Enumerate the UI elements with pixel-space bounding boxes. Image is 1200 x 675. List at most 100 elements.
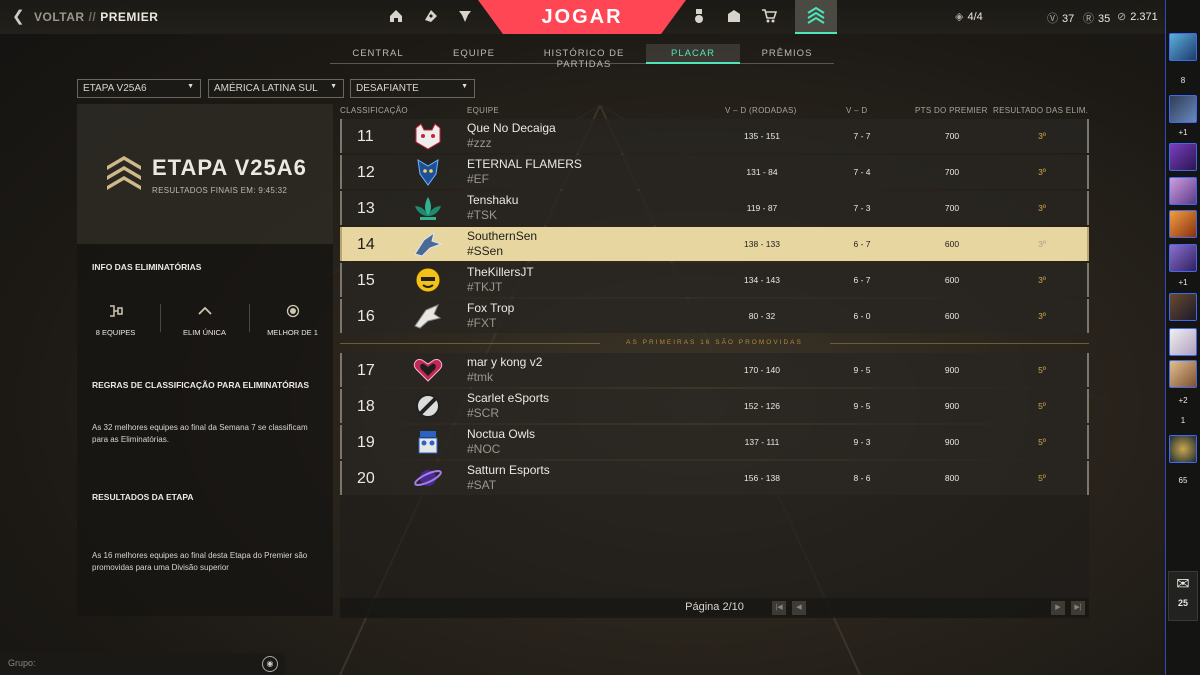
table-row[interactable]: 17 mar y kong v2 #tmk 170 - 140 9 - 5 90… — [340, 353, 1089, 387]
region-select[interactable]: AMÉRICA LATINA SUL ▼ — [208, 79, 344, 98]
friend-avatar[interactable] — [1169, 244, 1197, 272]
chevron-down-icon: ▼ — [330, 83, 337, 90]
voice-chat-icon[interactable]: ◉ — [262, 656, 278, 672]
home-icon[interactable] — [387, 8, 405, 26]
win-loss: 7 - 7 — [853, 131, 871, 141]
inbox-count: 25 — [1177, 598, 1188, 608]
career-icon[interactable] — [456, 8, 474, 26]
table-row[interactable]: 12 ETERNAL FLAMERS #EF 131 - 84 7 - 4 70… — [340, 155, 1089, 189]
rounds-record: 152 - 126 — [744, 401, 780, 411]
tab-match-history[interactable]: HISTÓRICO DE PARTIDAS — [522, 44, 646, 70]
table-row[interactable]: 16 Fox Trop #FXT 80 - 32 6 - 0 600 3º — [340, 299, 1089, 333]
tab-leaderboard[interactable]: PLACAR — [646, 44, 740, 64]
friend-avatar[interactable] — [1169, 210, 1197, 238]
battlepass-icon[interactable] — [690, 8, 708, 26]
table-row[interactable]: 20 Satturn Esports #SAT 156 - 138 8 - 6 … — [340, 461, 1089, 495]
stat-format: ELIM ÚNICA — [167, 304, 242, 337]
friend-avatar[interactable] — [1169, 143, 1197, 171]
valorant-points: ⊘ 2.371 — [1117, 10, 1158, 23]
friend-count-badge: 1 — [1180, 416, 1186, 425]
friend-avatar[interactable] — [1169, 360, 1197, 388]
last-page-icon[interactable]: ▶| — [1071, 601, 1085, 615]
stage-title: ETAPA V25A6 — [152, 155, 307, 180]
back-arrow-icon[interactable]: ❮ — [12, 7, 25, 25]
team-tag: #EF — [467, 172, 490, 186]
win-loss: 9 - 5 — [853, 365, 871, 375]
rounds-record: 119 - 87 — [746, 203, 778, 213]
team-name: Scarlet eSports — [467, 391, 550, 405]
win-loss: 9 - 5 — [853, 401, 871, 411]
row-rank: 13 — [357, 200, 375, 217]
stat-teams: 8 EQUIPES — [78, 304, 153, 337]
team-tag: #TKJT — [467, 280, 503, 294]
next-page-icon[interactable]: ▶ — [1051, 601, 1065, 615]
divider — [249, 304, 250, 332]
premier-points: 700 — [944, 131, 960, 141]
back-link[interactable]: VOLTAR — [34, 10, 85, 24]
inbox-button[interactable]: ✉ 25 — [1168, 571, 1198, 621]
premier-icon — [807, 7, 825, 24]
premier-points: 900 — [944, 401, 960, 411]
breadcrumb-separator: // — [88, 10, 97, 24]
stage-select-value: ETAPA V25A6 — [83, 83, 147, 94]
bracket-icon — [78, 304, 153, 320]
friend-avatar[interactable] — [1169, 95, 1197, 123]
win-loss: 7 - 3 — [853, 203, 871, 213]
kingdom-credits-value: 37 — [1062, 13, 1075, 25]
team-name: SouthernSen — [467, 229, 538, 243]
row-rank: 19 — [357, 434, 375, 451]
team-tag: #SSen — [467, 244, 504, 258]
friend-avatar[interactable] — [1169, 293, 1197, 321]
row-rank: 18 — [357, 398, 375, 415]
premier-points: 900 — [944, 437, 960, 447]
team-logo-owl-icon — [418, 431, 438, 454]
playoff-result: 5º — [1038, 437, 1046, 447]
team-logo-fox-icon — [414, 304, 442, 329]
table-row[interactable]: 19 Noctua Owls #NOC 137 - 111 9 - 3 900 … — [340, 425, 1089, 459]
league-friend-avatar[interactable] — [1169, 435, 1197, 463]
radianite-icon: Ⓡ — [1083, 13, 1094, 25]
stage-select[interactable]: ETAPA V25A6 ▼ — [77, 79, 201, 98]
table-row[interactable]: 18 Scarlet eSports #SCR 152 - 126 9 - 5 … — [340, 389, 1089, 423]
agents-icon[interactable] — [422, 8, 440, 26]
playoff-result: 3º — [1038, 203, 1046, 213]
tab-team[interactable]: EQUIPE — [426, 44, 522, 64]
friend-avatar[interactable] — [1169, 328, 1197, 356]
promotion-divider: AS PRIMEIRAS 16 SÃO PROMOVIDAS — [340, 339, 1089, 347]
stat-teams-label: 8 EQUIPES — [95, 328, 136, 337]
team-tag: #NOC — [467, 442, 501, 456]
breadcrumb-current: PREMIER — [100, 10, 159, 24]
table-row-own-team[interactable]: 14 SouthernSen #SSen 138 - 133 6 - 7 600… — [340, 227, 1089, 261]
table-row[interactable]: 11 Que No Decaiga #zzz 135 - 151 7 - 7 7… — [340, 119, 1089, 153]
stat-series: MELHOR DE 1 — [255, 304, 330, 337]
group-chat-bar[interactable]: Grupo: ◉ — [0, 653, 285, 675]
rounds-record: 156 - 138 — [744, 473, 780, 483]
team-tag: #FXT — [467, 316, 497, 330]
stage-info-panel: ETAPA V25A6 RESULTADOS FINAIS EM: 9:45:3… — [77, 104, 333, 616]
friend-avatar[interactable] — [1169, 177, 1197, 205]
playoff-result: 3º — [1038, 167, 1046, 177]
premier-points: 800 — [944, 473, 960, 483]
rules-title: REGRAS DE CLASSIFICAÇÃO PARA ELIMINATÓRI… — [92, 380, 310, 390]
party-avatar[interactable] — [1169, 33, 1197, 61]
stat-format-label: ELIM ÚNICA — [183, 328, 226, 337]
team-tag: #SCR — [467, 406, 500, 420]
team-name: ETERNAL FLAMERS — [467, 157, 582, 171]
tab-rewards[interactable]: PRÊMIOS — [740, 44, 834, 64]
collection-icon[interactable] — [725, 8, 743, 26]
store-cart-icon[interactable] — [760, 8, 778, 26]
region-select-value: AMÉRICA LATINA SUL — [214, 83, 318, 94]
playoff-result: 5º — [1038, 401, 1046, 411]
team-logo-bear-icon — [415, 267, 441, 293]
divider-line — [830, 343, 1089, 344]
division-select[interactable]: DESAFIANTE ▼ — [350, 79, 475, 98]
playoff-result: 5º — [1038, 365, 1046, 375]
play-button[interactable]: JOGAR — [478, 0, 686, 34]
table-row[interactable]: 13 Tenshaku #TSK 119 - 87 7 - 3 700 3º — [340, 191, 1089, 225]
table-row[interactable]: 15 TheKillersJT #TKJT 134 - 143 6 - 7 60… — [340, 263, 1089, 297]
playoff-result: 3º — [1038, 131, 1046, 141]
premier-tab[interactable] — [795, 0, 837, 34]
tab-central[interactable]: CENTRAL — [330, 44, 426, 64]
valorant-points-icon: ⊘ — [1117, 11, 1127, 23]
kingdom-credits-icon: Ⓥ — [1047, 13, 1058, 25]
